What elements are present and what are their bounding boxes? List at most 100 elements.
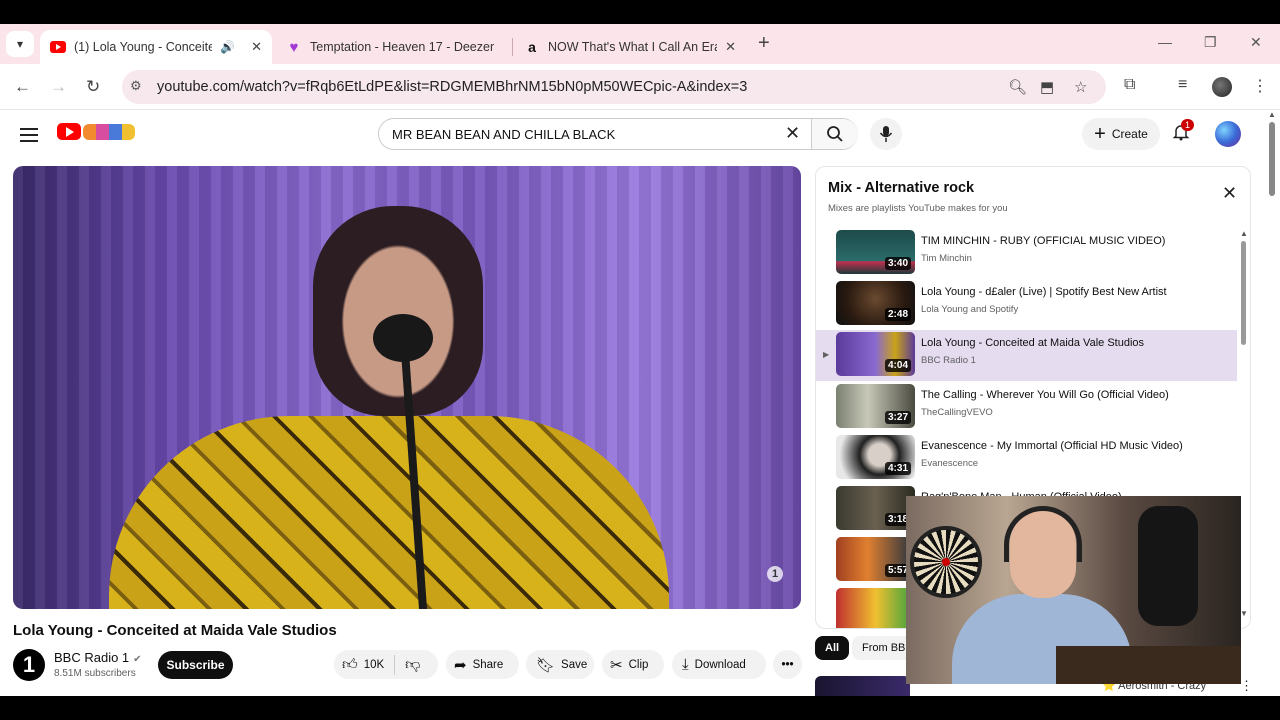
youtube-logo[interactable]: [57, 123, 135, 140]
video-thumbnail[interactable]: 3:27: [836, 384, 915, 428]
speaker-icon[interactable]: 🔊: [220, 40, 235, 54]
playlist-title[interactable]: Mix - Alternative rock: [828, 180, 974, 196]
tab-deezer[interactable]: ♥ Temptation - Heaven 17 - Deezer: [276, 30, 508, 64]
tab-youtube[interactable]: (1) Lola Young - Conceited at Maida Vale…: [40, 30, 272, 64]
notifications-button[interactable]: 1: [1172, 119, 1195, 146]
playlist-item[interactable]: 3:27 The Calling - Wherever You Will Go …: [816, 382, 1237, 433]
webcam-overlay: [906, 496, 1241, 684]
item-channel: Evanescence: [921, 458, 979, 469]
tab-amazon[interactable]: a NOW That's What I Call An Era ✕: [514, 30, 746, 64]
video-thumbnail[interactable]: 4:31: [836, 435, 915, 479]
playlist-item[interactable]: 2:48 Lola Young - d£aler (Live) | Spotif…: [816, 279, 1237, 330]
account-avatar[interactable]: [1215, 121, 1241, 147]
more-icon: •••: [781, 658, 794, 671]
browser-toolbar: ← → ↻ ⚙ youtube.com/watch?v=fRqb6EtLdPE&…: [0, 64, 1280, 110]
video-thumbnail[interactable]: [836, 588, 915, 628]
extensions-icon[interactable]: ⧉: [1124, 76, 1135, 94]
page-scrollbar[interactable]: ▲: [1264, 110, 1280, 696]
search-box[interactable]: MR BEAN BEAN AND CHILLA BLACK ✕: [378, 118, 858, 150]
like-count[interactable]: 10K: [364, 659, 384, 671]
create-label: Create: [1111, 127, 1148, 141]
item-channel: Lola Young and Spotify: [921, 304, 1019, 315]
menu-icon[interactable]: [20, 124, 38, 146]
bookmark-icon: 🔖︎: [536, 656, 556, 674]
playlist-scrollbar-thumb[interactable]: [1241, 241, 1246, 345]
media-control-icon[interactable]: ≡: [1178, 76, 1187, 94]
close-playlist-icon[interactable]: ✕: [1222, 183, 1237, 204]
youtube-play-icon: [57, 123, 81, 140]
thumbs-down-icon[interactable]: 👎︎: [405, 656, 420, 674]
back-icon[interactable]: ←: [14, 77, 31, 97]
tab-search-button[interactable]: ▾: [6, 31, 34, 57]
video-thumbnail[interactable]: 3:40: [836, 230, 915, 274]
video-thumbnail[interactable]: 5:57: [836, 537, 915, 581]
recommendation-thumbnail[interactable]: [815, 676, 910, 696]
zoom-icon[interactable]: 🔍︎: [1008, 78, 1027, 96]
new-tab-button[interactable]: +: [758, 32, 770, 55]
clip-label: Clip: [628, 658, 649, 671]
playlist-item[interactable]: 3:40 TIM MINCHIN - RUBY (OFFICIAL MUSIC …: [816, 228, 1237, 279]
reload-icon[interactable]: ↻: [86, 77, 100, 97]
site-info-icon[interactable]: ⚙: [130, 78, 148, 96]
download-button[interactable]: ⤓ Download: [672, 650, 766, 679]
item-title: The Calling - Wherever You Will Go (Offi…: [921, 389, 1169, 401]
clip-button[interactable]: ✂ Clip: [602, 650, 664, 679]
address-bar[interactable]: ⚙ youtube.com/watch?v=fRqb6EtLdPE&list=R…: [122, 70, 1106, 104]
browser-window: ▾ (1) Lola Young - Conceited at Maida Va…: [0, 24, 1280, 696]
item-title: Lola Young - d£aler (Live) | Spotify Bes…: [921, 286, 1167, 298]
channel-avatar[interactable]: 1: [13, 649, 45, 681]
channel-watermark[interactable]: 1: [767, 566, 783, 582]
share-button[interactable]: ➦ Share: [446, 650, 519, 679]
video-player[interactable]: 1: [13, 166, 801, 609]
scrollbar-thumb[interactable]: [1269, 122, 1275, 196]
microphone-icon: [879, 126, 893, 142]
scroll-down-icon[interactable]: ▼: [1240, 609, 1248, 618]
bookmark-star-icon[interactable]: ☆: [1074, 78, 1087, 96]
install-app-icon[interactable]: ⬒: [1040, 78, 1054, 96]
share-label: Share: [472, 658, 504, 671]
playlist-item-now-playing[interactable]: ▶ 4:04 Lola Young - Conceited at Maida V…: [816, 330, 1237, 381]
scroll-up-icon[interactable]: ▲: [1240, 229, 1248, 238]
video-thumbnail[interactable]: 2:48: [836, 281, 915, 325]
subscribe-button[interactable]: Subscribe: [158, 651, 233, 679]
more-actions-button[interactable]: •••: [773, 650, 802, 679]
item-title: Evanescence - My Immortal (Official HD M…: [921, 440, 1183, 452]
voice-search-button[interactable]: [870, 118, 902, 150]
video-title: Lola Young - Conceited at Maida Vale Stu…: [13, 622, 337, 639]
notification-badge: 1: [1181, 119, 1195, 131]
url-text: youtube.com/watch?v=fRqb6EtLdPE&list=RDG…: [157, 79, 748, 95]
thumbs-up-icon[interactable]: 👍︎: [342, 656, 358, 674]
youtube-icon: [50, 39, 66, 55]
duration-badge: 3:27: [884, 411, 911, 424]
item-title: TIM MINCHIN - RUBY (OFFICIAL MUSIC VIDEO…: [921, 235, 1166, 247]
more-vert-icon[interactable]: ⋮: [1240, 678, 1253, 694]
playlist-item[interactable]: 4:31 Evanescence - My Immortal (Official…: [816, 433, 1237, 484]
chip-all[interactable]: All: [815, 636, 850, 660]
video-thumbnail[interactable]: 4:04: [836, 332, 915, 376]
channel-name[interactable]: BBC Radio 1 ✔: [54, 650, 142, 665]
video-thumbnail[interactable]: 3:18: [836, 486, 915, 530]
channel-name-text[interactable]: BBC Radio 1: [54, 650, 129, 665]
microphone: [373, 314, 433, 362]
save-label: Save: [561, 658, 588, 671]
browser-menu-icon[interactable]: ⋮: [1252, 76, 1268, 96]
scroll-up-icon[interactable]: ▲: [1268, 110, 1276, 119]
duration-badge: 4:31: [884, 462, 911, 475]
restore-icon[interactable]: ❐: [1204, 34, 1217, 51]
item-channel: Tim Minchin: [921, 253, 972, 264]
item-title: Lola Young - Conceited at Maida Vale Stu…: [921, 337, 1145, 349]
search-icon: [827, 126, 843, 142]
close-window-icon[interactable]: ✕: [1250, 34, 1262, 51]
save-button[interactable]: 🔖︎ Save: [526, 650, 594, 679]
headphones: [1004, 506, 1082, 562]
close-tab-icon[interactable]: ✕: [725, 39, 736, 55]
minimize-icon[interactable]: —: [1158, 34, 1172, 50]
search-button[interactable]: [811, 119, 858, 149]
forward-icon[interactable]: →: [50, 77, 67, 97]
create-button[interactable]: + Create: [1082, 118, 1160, 150]
close-tab-icon[interactable]: ✕: [251, 39, 262, 55]
clear-search-icon[interactable]: ✕: [785, 123, 800, 144]
profile-avatar[interactable]: [1212, 77, 1232, 97]
search-input[interactable]: MR BEAN BEAN AND CHILLA BLACK: [392, 127, 615, 142]
playlist-scrollbar[interactable]: ▲ ▼: [1240, 229, 1248, 619]
